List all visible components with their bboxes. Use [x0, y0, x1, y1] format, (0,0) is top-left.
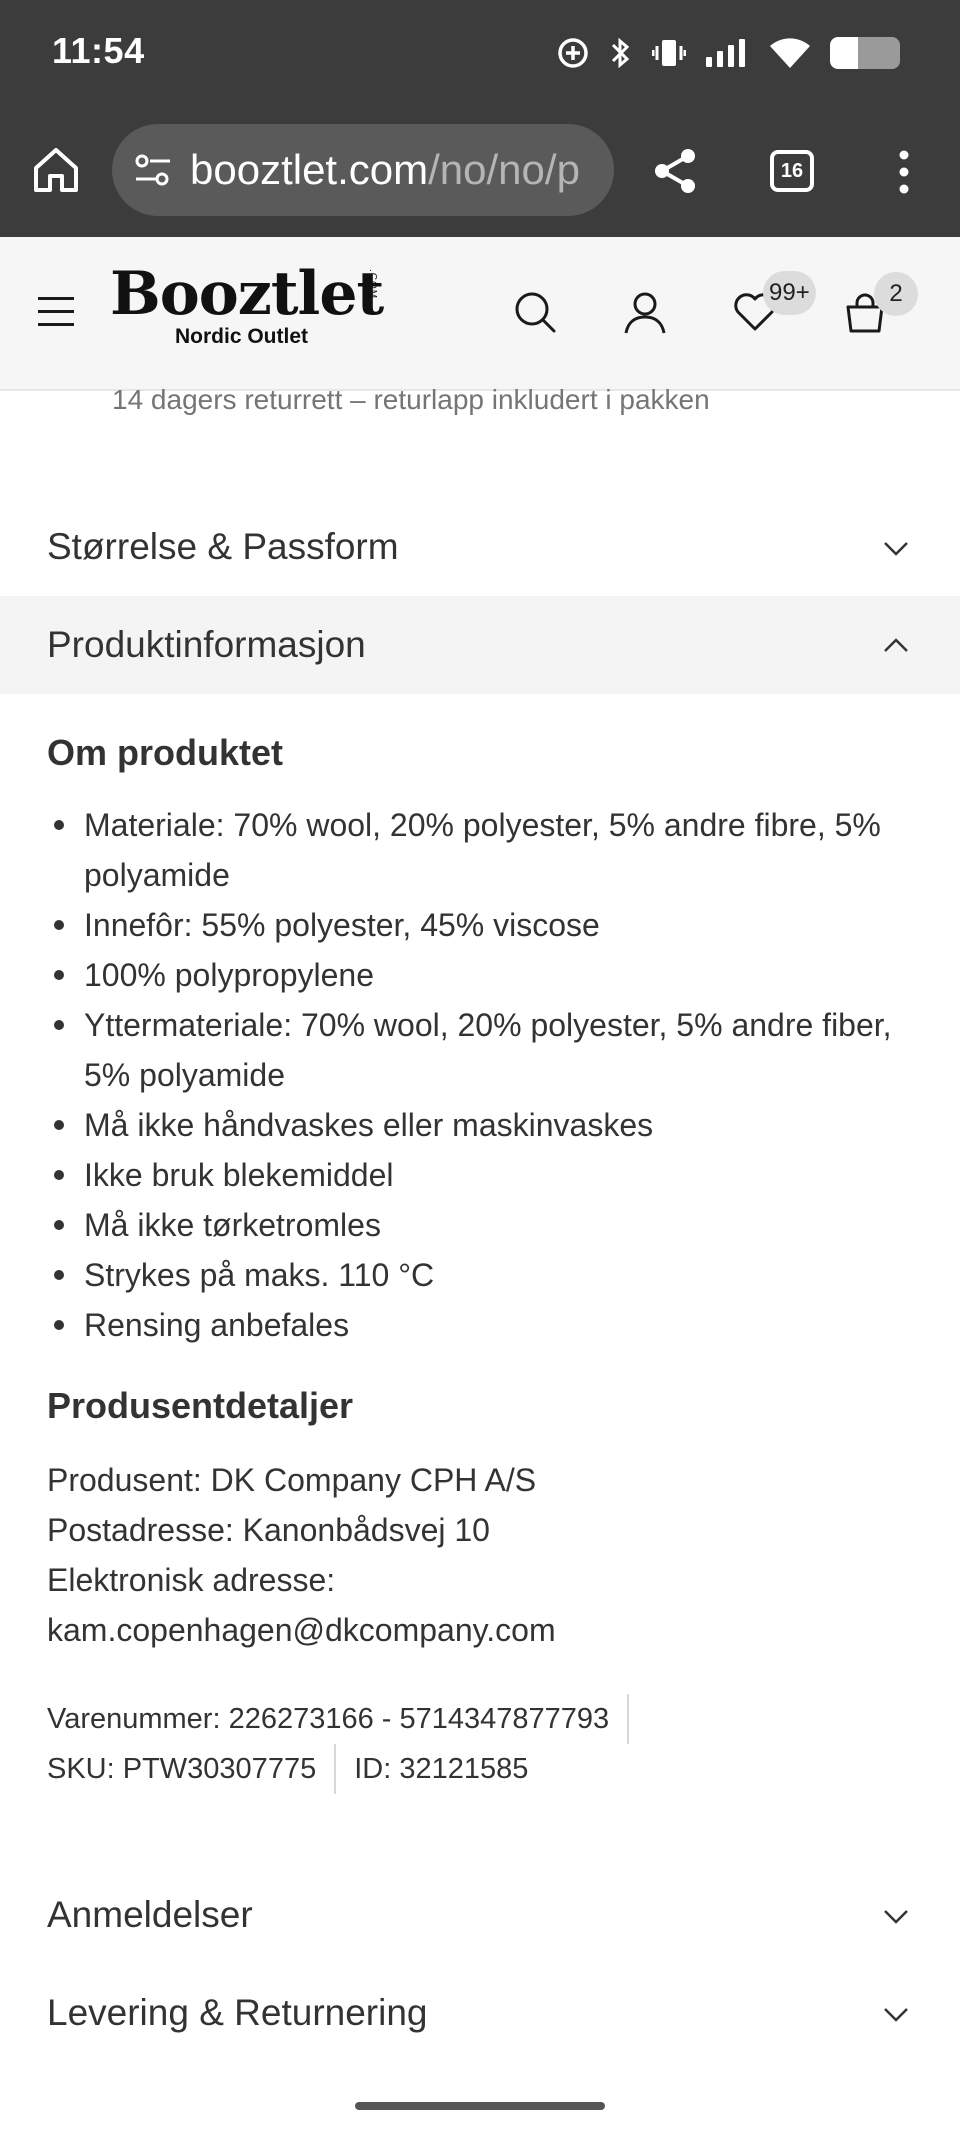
accordion-delivery-returns[interactable]: Levering & Returnering [0, 1964, 960, 2062]
vibrate-icon [652, 40, 686, 66]
product-id: ID: 32121585 [354, 1752, 529, 1785]
home-icon[interactable] [30, 144, 82, 196]
item-number: Varenummer: 226273166 - 5714347877793 [47, 1694, 630, 1744]
manufacturer-name: Produsent: DK Company CPH A/S [47, 1462, 537, 1498]
list-item: Må ikke tørketromles [47, 1200, 927, 1250]
wishlist-badge: 99+ [763, 271, 816, 315]
list-item: Yttermateriale: 70% wool, 20% polyester,… [47, 1000, 927, 1100]
signal-icon [706, 39, 745, 67]
chevron-down-icon [884, 542, 908, 556]
accordion-label: Størrelse & Passform [47, 526, 399, 567]
logo-subtitle: Nordic Outlet [175, 325, 309, 348]
accordion-label: Produktinformasjon [47, 624, 366, 665]
site-header: Booztlet .COM Nordic Outlet 99+ 2 [0, 237, 960, 391]
url-path: /no/no/p [428, 146, 580, 193]
gesture-navigation-bar[interactable] [355, 2102, 605, 2110]
list-item: Innefôr: 55% polyester, 45% viscose [47, 900, 927, 950]
share-icon[interactable] [650, 146, 700, 196]
accordion-size-fit[interactable]: Størrelse & Passform [0, 498, 960, 596]
list-item: 100% polypropylene [47, 950, 927, 1000]
manufacturer-details: Produsent: DK Company CPH A/S Postadress… [47, 1455, 927, 1655]
email-address: kam.copenhagen@dkcompany.com [47, 1612, 556, 1648]
return-policy-note: 14 dagers returrett – returlapp inkluder… [112, 384, 710, 415]
wifi-icon [770, 38, 810, 68]
more-vert-icon[interactable] [890, 148, 918, 196]
logo-text: Booztlet [110, 259, 384, 329]
url-text: booztlet.com/no/no/p [190, 146, 580, 194]
manufacturer-title: Produsentdetaljer [47, 1385, 354, 1426]
list-item: Strykes på maks. 110 °C [47, 1250, 927, 1300]
logo-com: .COM [367, 269, 378, 300]
electronic-address-label: Elektronisk adresse: [47, 1562, 336, 1598]
about-product-title: Om produktet [47, 732, 284, 773]
status-time: 11:54 [52, 30, 145, 71]
list-item: Må ikke håndvaskes eller maskinvaskes [47, 1100, 927, 1150]
product-attributes-list: Materiale: 70% wool, 20% polyester, 5% a… [47, 800, 927, 1350]
accordion-product-info[interactable]: Produktinformasjon [0, 596, 960, 694]
status-icons [556, 30, 900, 76]
data-saver-icon [558, 38, 588, 68]
user-icon[interactable] [622, 289, 668, 335]
tune-icon[interactable] [132, 149, 174, 191]
hamburger-icon[interactable] [38, 297, 74, 327]
chevron-up-icon [884, 638, 908, 652]
tabs-icon[interactable]: 16 [770, 150, 814, 192]
browser-chrome: 11:54 booztlet.com/no/no/p 16 [0, 0, 960, 237]
accordion-reviews[interactable]: Anmeldelser [0, 1866, 960, 1964]
chevron-down-icon [884, 1910, 908, 1924]
list-item: Ikke bruk blekemiddel [47, 1150, 927, 1200]
accordion-label: Anmeldelser [47, 1894, 253, 1935]
logo[interactable]: Booztlet .COM Nordic Outlet [110, 259, 400, 349]
bluetooth-icon [611, 37, 630, 69]
sku: SKU: PTW30307775 [47, 1744, 337, 1794]
url-host: booztlet.com [190, 146, 429, 193]
list-item: Materiale: 70% wool, 20% polyester, 5% a… [47, 800, 927, 900]
search-icon[interactable] [512, 289, 558, 335]
accordion-label: Levering & Returnering [47, 1992, 428, 2033]
postal-address: Postadresse: Kanonbådsvej 10 [47, 1512, 490, 1548]
battery-level [830, 37, 858, 69]
address-bar[interactable]: booztlet.com/no/no/p [112, 124, 614, 216]
battery-icon [830, 37, 900, 69]
cart-badge: 2 [874, 272, 918, 316]
list-item: Rensing anbefales [47, 1300, 927, 1350]
chevron-down-icon [884, 2008, 908, 2022]
product-identifiers: Varenummer: 226273166 - 5714347877793 SK… [47, 1694, 927, 1794]
